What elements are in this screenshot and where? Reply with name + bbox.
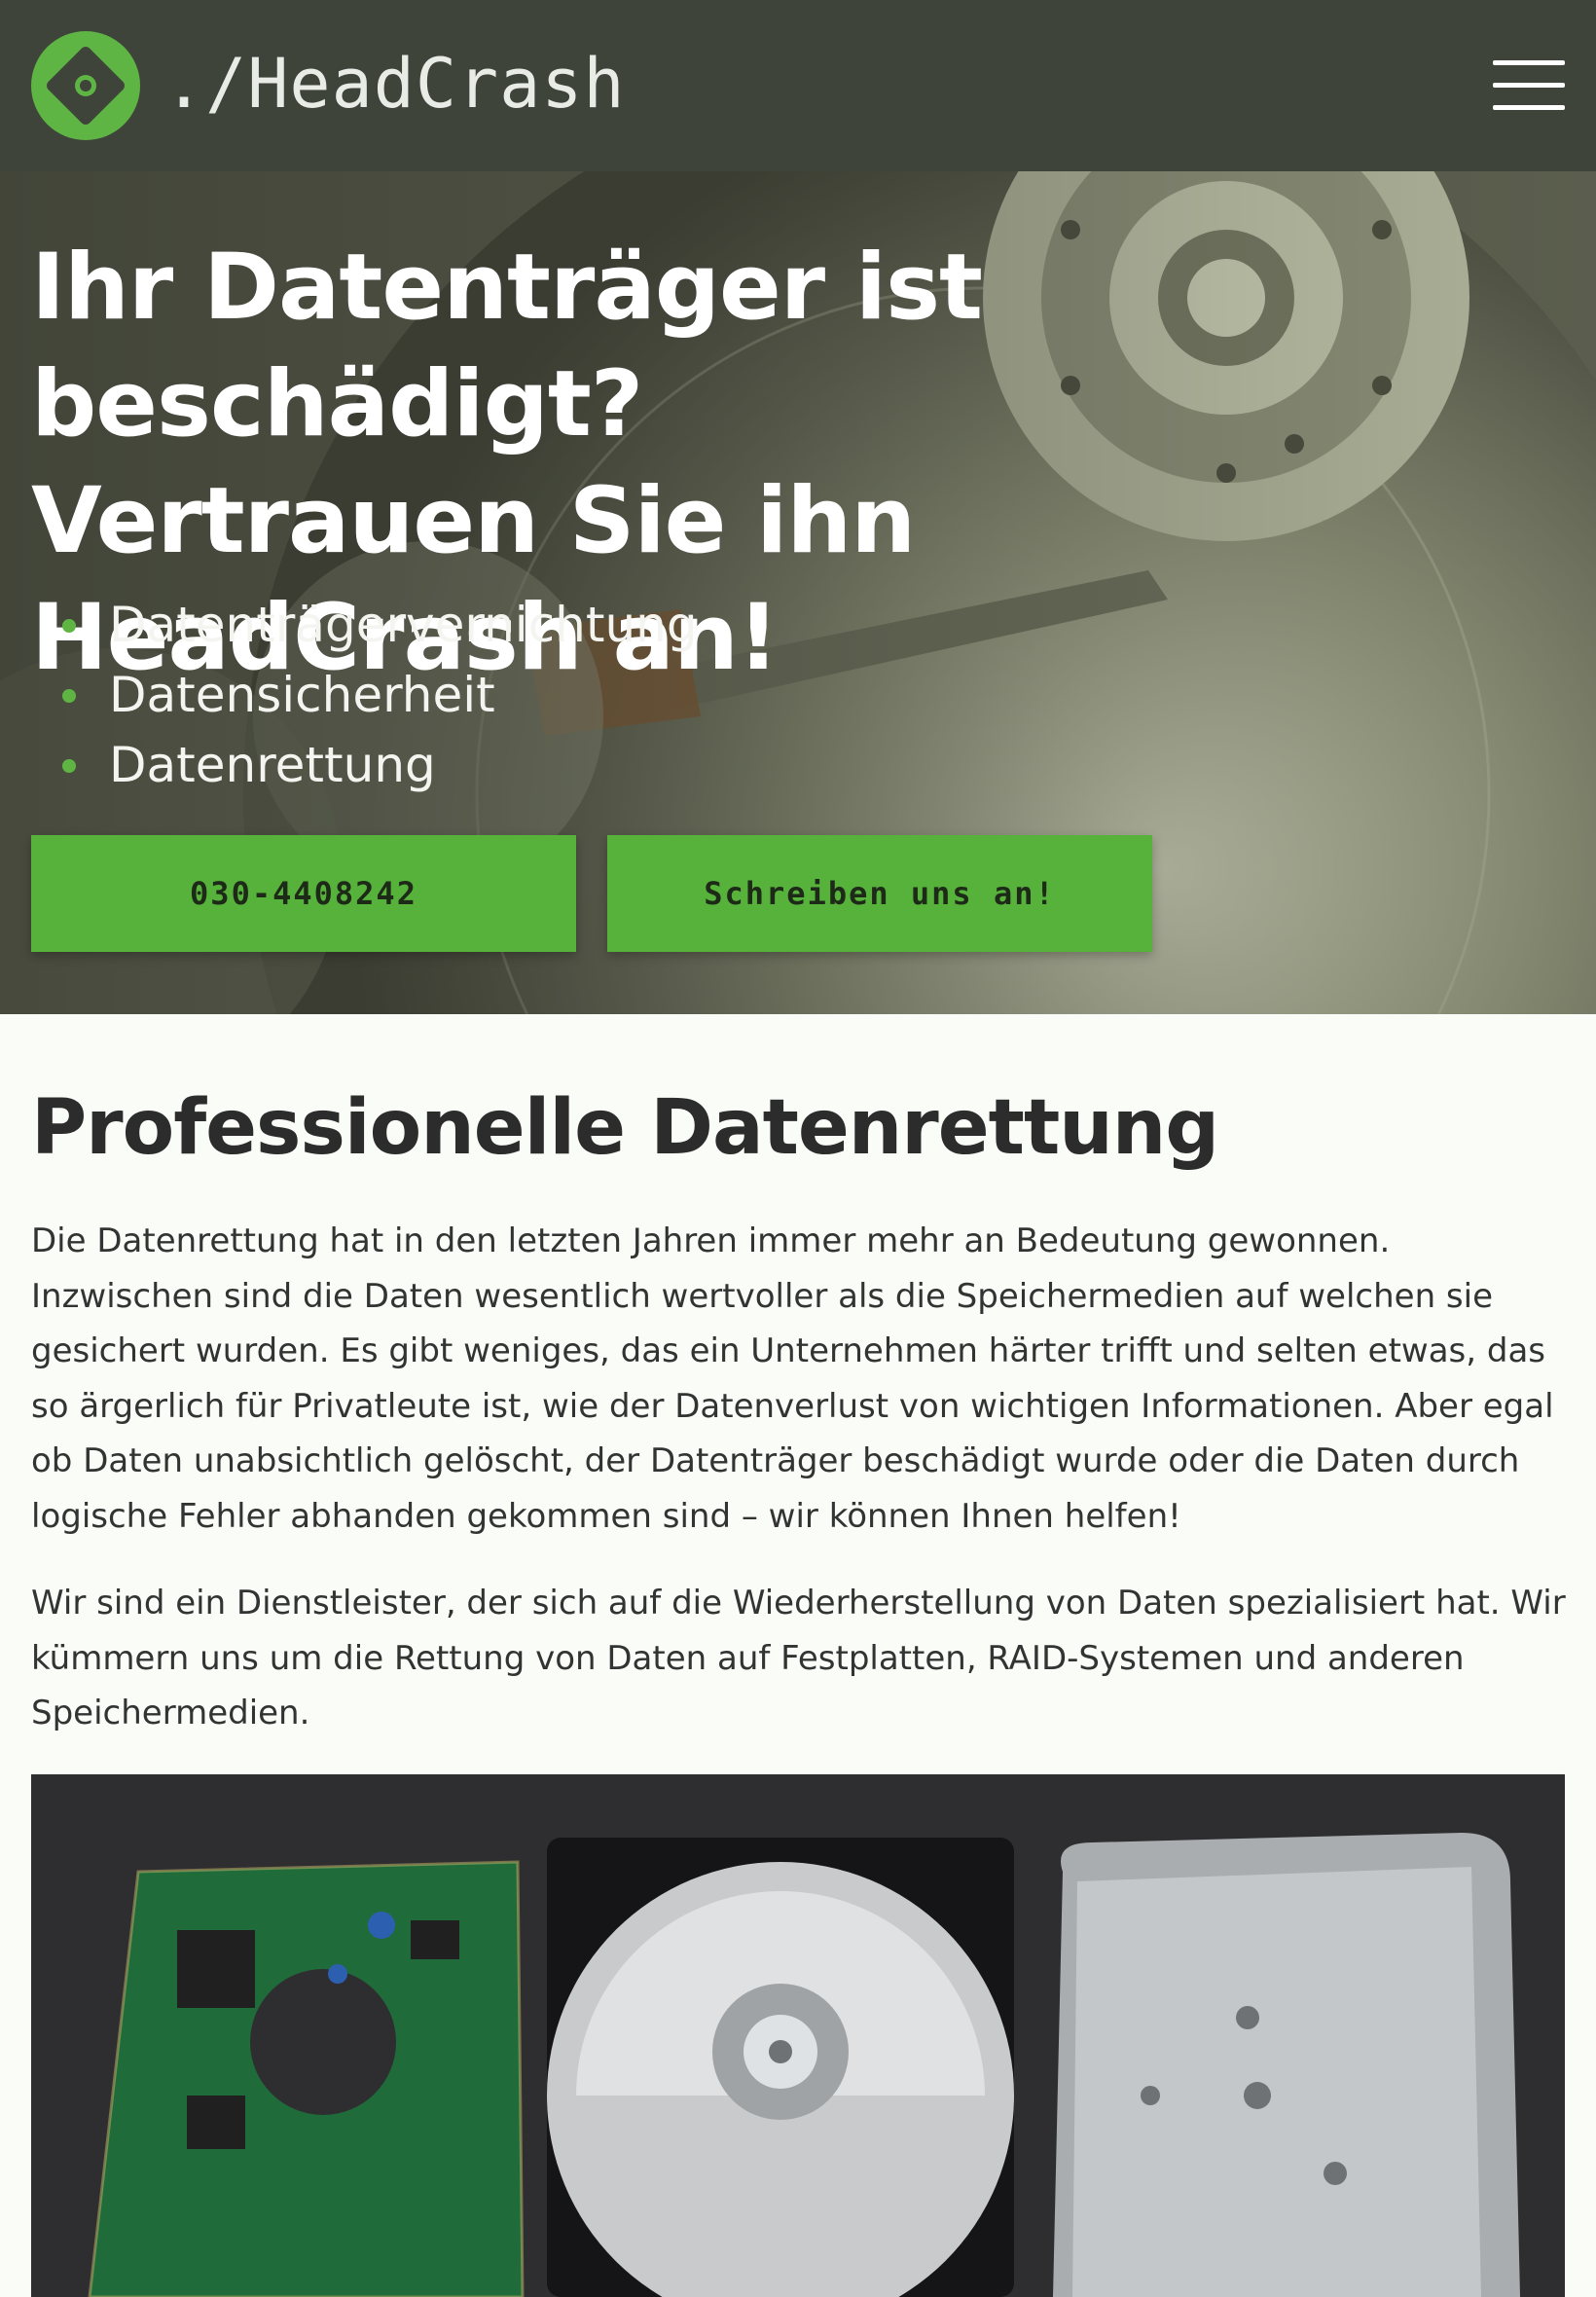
bullet-icon	[62, 689, 76, 703]
intro-paragraph: Die Datenrettung hat in den letzten Jahr…	[31, 1221, 1554, 1536]
list-item: Datensicherheit	[31, 660, 698, 730]
bullet-icon	[62, 619, 76, 633]
service-label: Datensicherheit	[109, 667, 495, 723]
list-item: Datenträgervernichtung	[31, 590, 698, 660]
site-brand[interactable]: ./HeadCrash	[163, 37, 626, 130]
disk-diamond-logo-icon[interactable]	[31, 31, 140, 140]
phone-button[interactable]: 030-4408242	[31, 835, 576, 952]
service-label: Datenträgervernichtung	[109, 597, 698, 653]
service-label: Datenrettung	[109, 737, 436, 793]
section-title: Professionelle Datenrettung	[31, 1084, 1219, 1172]
disassembled-hard-drive-image	[31, 1774, 1565, 2297]
bullet-icon	[62, 759, 76, 773]
site-header: ./HeadCrash	[0, 0, 1596, 171]
contact-button[interactable]: Schreiben uns an!	[607, 835, 1152, 952]
list-item: Datenrettung	[31, 730, 698, 800]
hero-section: Ihr Datenträger ist beschädigt? Vertraue…	[0, 171, 1596, 1014]
services-list: Datenträgervernichtung Datensicherheit D…	[31, 590, 698, 800]
hamburger-menu-icon[interactable]	[1493, 60, 1565, 111]
service-paragraph: Wir sind ein Dienstleister, der sich auf…	[31, 1584, 1566, 1732]
